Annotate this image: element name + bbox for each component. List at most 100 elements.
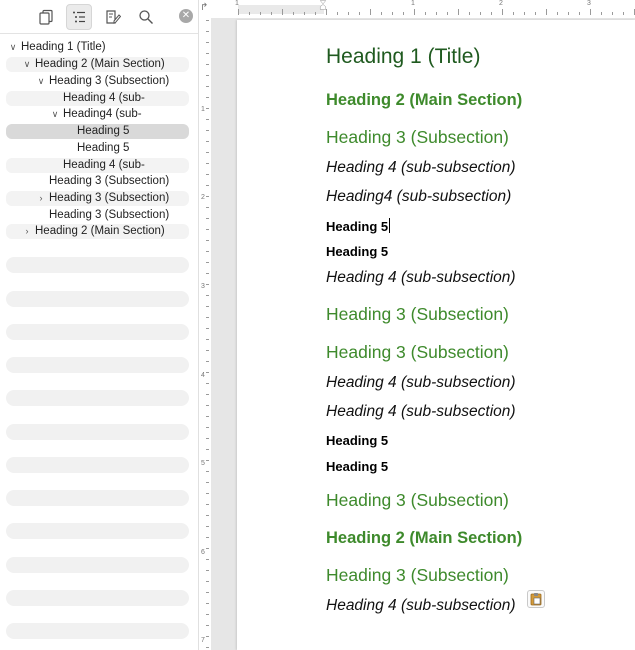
doc-heading-1[interactable]: Heading 1 (Title) (326, 45, 480, 69)
outline-item-heading-4[interactable]: Heading 4 (sub- (6, 91, 189, 106)
document-page[interactable] (237, 20, 635, 650)
ruler-tick (206, 482, 209, 483)
ruler-tick (458, 9, 459, 15)
ruler-tick (206, 537, 209, 538)
outline-item-label: Heading 4 (sub- (63, 159, 145, 171)
ruler-number: 4 (201, 372, 205, 379)
ruler-number: 2 (499, 0, 503, 7)
ruler-tick (206, 372, 209, 373)
ruler-tick (206, 207, 209, 208)
expand-chevron-icon[interactable]: ∨ (22, 57, 32, 72)
ruler-tick (469, 12, 470, 15)
ruler-tick (206, 108, 209, 109)
ruler-tick (206, 229, 209, 230)
horizontal-ruler[interactable]: 1 1 2 3 (211, 0, 635, 19)
ruler-tick (206, 570, 209, 571)
clipboard-icon (530, 593, 542, 606)
placeholder-row (6, 590, 189, 606)
outline-item-heading-3d[interactable]: Heading 3 (Subsection) (6, 208, 189, 223)
outline-item-heading-4b[interactable]: ∨ Heading4 (sub- (6, 107, 189, 122)
outline-item-heading-5[interactable]: Heading 5 (6, 141, 189, 156)
outline-item-heading-3c[interactable]: › Heading 3 (Subsection) (6, 191, 189, 206)
ruler-tick (546, 9, 547, 15)
doc-heading-5-active[interactable]: Heading 5 (326, 218, 391, 234)
doc-heading-4[interactable]: Heading 4 (sub-subsection) (326, 159, 516, 177)
outline-item-label: Heading 2 (Main Section) (35, 225, 165, 237)
outline-item-heading-1[interactable]: ∨ Heading 1 (Title) (6, 40, 189, 55)
close-pane-icon[interactable]: ✕ (179, 9, 193, 23)
ruler-tick (425, 12, 426, 15)
expand-chevron-icon[interactable]: ∨ (36, 74, 46, 89)
search-icon (139, 10, 153, 24)
doc-heading-4[interactable]: Heading 4 (sub-subsection) (326, 403, 516, 421)
ruler-tick (206, 592, 209, 593)
navigation-pane: ✕ ∨ Heading 1 (Title) ∨ Heading 2 (Main … (0, 0, 199, 650)
expand-chevron-icon[interactable]: › (22, 224, 32, 239)
doc-heading-5[interactable]: Heading 5 (326, 459, 388, 474)
ruler-tick (206, 218, 209, 219)
ruler-tick (206, 130, 209, 131)
doc-heading-4[interactable]: Heading 4 (sub-subsection) (326, 597, 516, 615)
ruler-tick (206, 174, 209, 175)
pages-button[interactable] (33, 4, 59, 30)
placeholder-row (6, 457, 189, 473)
ruler-tick (623, 12, 624, 15)
ruler-tick (436, 12, 437, 15)
vertical-ruler[interactable]: 1 2 3 4 5 6 7 (199, 18, 212, 650)
doc-heading-4[interactable]: Heading 4 (sub-subsection) (326, 374, 516, 392)
paste-options-button[interactable] (527, 590, 545, 608)
text-cursor (389, 218, 391, 233)
outline-item-heading-3b[interactable]: Heading 3 (Subsection) (6, 174, 189, 189)
outline-item-heading-4c[interactable]: Heading 4 (sub- (6, 158, 189, 173)
ruler-tick (206, 361, 209, 362)
doc-heading-3[interactable]: Heading 3 (Subsection) (326, 342, 509, 363)
edit-notes-button[interactable] (100, 4, 126, 30)
outline-item-label: Heading 3 (Subsection) (49, 209, 170, 221)
outline-item-heading-3[interactable]: ∨ Heading 3 (Subsection) (6, 74, 189, 89)
ruler-tick (480, 12, 481, 15)
ruler-tick (206, 262, 209, 263)
outline-item-heading-2b[interactable]: › Heading 2 (Main Section) (6, 224, 189, 239)
doc-heading-2[interactable]: Heading 2 (Main Section) (326, 529, 522, 548)
placeholder-row (6, 557, 189, 573)
doc-heading-2[interactable]: Heading 2 (Main Section) (326, 91, 522, 110)
ruler-tick (206, 515, 209, 516)
ruler-tick (206, 328, 209, 329)
doc-heading-3[interactable]: Heading 3 (Subsection) (326, 490, 509, 511)
expand-chevron-icon[interactable]: › (36, 191, 46, 206)
ruler-number: 1 (411, 0, 415, 7)
outline-button[interactable] (66, 4, 92, 30)
outline-item-heading-5-selected[interactable]: Heading 5 (6, 124, 189, 139)
search-button[interactable] (133, 4, 159, 30)
outline-item-label: Heading 3 (Subsection) (49, 175, 170, 187)
doc-heading-3[interactable]: Heading 3 (Subsection) (326, 304, 509, 325)
doc-heading-3[interactable]: Heading 3 (Subsection) (326, 565, 509, 586)
outline-item-label: Heading 1 (Title) (21, 41, 106, 53)
ruler-tick (206, 251, 209, 252)
placeholder-row (6, 390, 189, 406)
ruler-tick (206, 75, 209, 76)
ruler-number: 1 (235, 0, 239, 7)
ruler-tick (206, 603, 209, 604)
outline-icon (73, 11, 85, 23)
ruler-number: 6 (201, 549, 205, 556)
edit-notes-icon (106, 10, 121, 24)
ruler-tick (238, 9, 239, 15)
outline-item-heading-2[interactable]: ∨ Heading 2 (Main Section) (6, 57, 189, 72)
ruler-tick (282, 9, 283, 15)
doc-heading-3[interactable]: Heading 3 (Subsection) (326, 127, 509, 148)
ruler-tick (206, 581, 209, 582)
expand-chevron-icon[interactable]: ∨ (50, 107, 60, 122)
expand-chevron-icon[interactable]: ∨ (8, 40, 18, 55)
ruler-tick (206, 449, 209, 450)
doc-heading-4[interactable]: Heading 4 (sub-subsection) (326, 269, 516, 287)
ruler-tick (206, 647, 209, 648)
placeholder-row (6, 424, 189, 440)
doc-heading-5[interactable]: Heading 5 (326, 244, 388, 259)
ruler-tick (206, 526, 209, 527)
ruler-tick (414, 9, 415, 15)
ruler-tick (249, 12, 250, 15)
doc-heading-4[interactable]: Heading4 (sub-subsection) (326, 188, 511, 206)
ruler-tick (524, 12, 525, 15)
doc-heading-5[interactable]: Heading 5 (326, 433, 388, 448)
